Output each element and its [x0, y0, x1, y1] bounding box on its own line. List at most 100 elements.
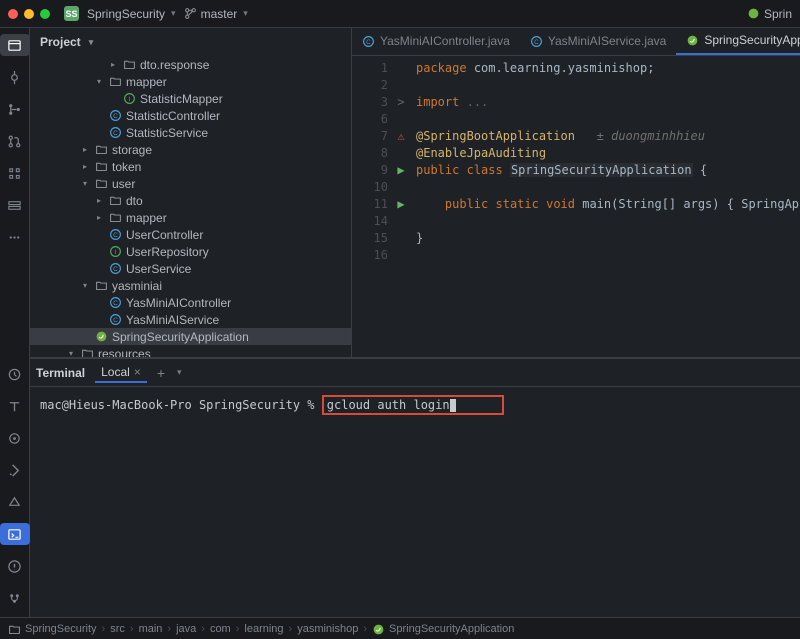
editor-panel: C YasMiniAIController.java CYasMiniAIServi… — [352, 28, 800, 357]
tree-node[interactable]: ▸storage — [30, 141, 351, 158]
tree-node[interactable]: ▸mapper — [30, 209, 351, 226]
class-icon: C — [108, 109, 122, 123]
breadcrumb-segment[interactable]: com — [210, 623, 231, 635]
gutter-icon[interactable] — [394, 145, 408, 162]
more-tool-button[interactable] — [0, 226, 30, 248]
svg-text:I: I — [128, 96, 130, 103]
class-icon: C — [108, 228, 122, 242]
project-badge: SS — [64, 6, 79, 21]
tree-node[interactable]: ▾mapper — [30, 73, 351, 90]
editor-tab-label: SpringSecurityApplication. — [704, 33, 800, 47]
tree-node[interactable]: ▸dto — [30, 192, 351, 209]
debug-tool-button[interactable] — [0, 459, 30, 481]
folder-icon — [94, 177, 108, 191]
window-controls[interactable] — [8, 9, 50, 19]
breadcrumb-segment[interactable]: java — [176, 623, 196, 635]
tree-node[interactable]: CYasMiniAIController — [30, 294, 351, 311]
project-tool-button[interactable] — [0, 34, 30, 56]
gutter-icon[interactable]: ▶ — [394, 162, 408, 179]
breadcrumb-segment[interactable]: main — [139, 623, 163, 635]
commit-tool-button[interactable] — [0, 66, 30, 88]
structure-tool-button[interactable] — [0, 162, 30, 184]
build-tool-button[interactable] — [0, 491, 30, 513]
maximize-window-button[interactable] — [40, 9, 50, 19]
vcs-branch-selector[interactable]: master ▾ — [184, 7, 248, 21]
vcs-log-tool-button[interactable] — [0, 587, 30, 609]
spring-icon — [686, 34, 699, 47]
run-tool-button[interactable] — [0, 363, 30, 385]
terminal-session-tab[interactable]: Local × — [95, 363, 147, 383]
gutter-icon[interactable] — [394, 179, 408, 196]
run-config-selector[interactable]: Sprin — [747, 7, 792, 21]
close-icon[interactable]: × — [134, 365, 141, 379]
tree-node-label: StatisticController — [126, 109, 220, 123]
svg-text:C: C — [113, 300, 118, 307]
tree-node[interactable]: ▾yasminiai — [30, 277, 351, 294]
gutter-icon[interactable]: ▶ — [394, 196, 408, 213]
code-editor[interactable]: 12367891011141516 > ⚠ ▶ ▶ package com.le… — [352, 56, 800, 357]
breadcrumb-segment[interactable]: src — [110, 623, 125, 635]
tree-node[interactable]: IStatisticMapper — [30, 90, 351, 107]
type-tool-button[interactable] — [0, 395, 30, 417]
tree-node[interactable]: ▾resources — [30, 345, 351, 357]
services-tool-button[interactable] — [0, 194, 30, 216]
gutter-icon[interactable]: ⚠ — [394, 128, 408, 145]
tree-node[interactable]: CUserService — [30, 260, 351, 277]
pull-request-tool-button[interactable] — [0, 130, 30, 152]
class-icon: C — [362, 35, 375, 48]
terminal-command: gcloud auth login — [327, 398, 450, 412]
project-name-label: SpringSecurity — [87, 7, 165, 21]
spring-icon — [94, 330, 108, 344]
tree-node[interactable]: ▸dto.response — [30, 56, 351, 73]
editor-tab[interactable]: SpringSecurityApplication. — [676, 28, 800, 55]
problems-tool-button[interactable] — [0, 555, 30, 577]
tree-node[interactable]: CUserController — [30, 226, 351, 243]
tree-node[interactable]: C StatisticController — [30, 107, 351, 124]
breadcrumb[interactable]: SpringSecurity›src›main›java›com›learnin… — [0, 617, 800, 639]
svg-text:C: C — [113, 232, 118, 239]
terminal-content[interactable]: mac@Hieus-MacBook-Pro SpringSecurity % g… — [30, 387, 800, 617]
close-window-button[interactable] — [8, 9, 18, 19]
add-terminal-button[interactable]: + — [157, 365, 165, 381]
code-content[interactable]: package com.learning.yasminishop; import… — [408, 56, 800, 357]
gutter-icon[interactable]: > — [394, 94, 408, 111]
editor-tab-label: YasMiniAIController.java — [380, 34, 510, 48]
git-tool-button[interactable] — [0, 98, 30, 120]
gutter-icon[interactable] — [394, 230, 408, 247]
gutter-icon[interactable] — [394, 247, 408, 264]
terminal-cursor — [450, 399, 456, 412]
folder-icon — [94, 279, 108, 293]
editor-tabs[interactable]: C YasMiniAIController.java CYasMiniAIServi… — [352, 28, 800, 56]
project-selector[interactable]: SpringSecurity ▾ — [87, 7, 176, 21]
tree-node[interactable]: CYasMiniAIService — [30, 311, 351, 328]
breadcrumb-segment[interactable]: SpringSecurityApplication — [389, 623, 514, 635]
terminal-tool-button[interactable] — [0, 523, 30, 545]
beans-tool-button[interactable] — [0, 427, 30, 449]
project-tree[interactable]: ▸dto.response▾mapperIStatisticMapperCSta… — [30, 56, 351, 357]
folder-icon — [80, 347, 94, 358]
tree-node[interactable]: IUserRepository — [30, 243, 351, 260]
gutter-icon[interactable] — [394, 60, 408, 77]
tree-node[interactable]: ▸token — [30, 158, 351, 175]
spring-icon — [372, 623, 384, 635]
line-numbers: 12367891011141516 — [352, 56, 394, 357]
tree-node-label: YasMiniAIService — [126, 313, 219, 327]
editor-tab[interactable]: CYasMiniAIService.java — [520, 28, 677, 55]
tree-node[interactable]: ▾user — [30, 175, 351, 192]
breadcrumb-segment[interactable]: yasminishop — [297, 623, 358, 635]
gutter-icon[interactable] — [394, 213, 408, 230]
gutter-icon[interactable] — [394, 77, 408, 94]
tree-node[interactable]: CStatisticService — [30, 124, 351, 141]
chevron-icon: ▾ — [94, 77, 104, 86]
tree-node[interactable]: SpringSecurityApplication — [30, 328, 351, 345]
chevron-down-icon[interactable]: ▾ — [177, 367, 182, 378]
breadcrumb-segment[interactable]: learning — [244, 623, 283, 635]
gutter-icon[interactable] — [394, 111, 408, 128]
project-tree-header[interactable]: Project ▾ — [30, 28, 351, 56]
spring-icon — [747, 7, 760, 20]
editor-tab[interactable]: C YasMiniAIController.java — [352, 28, 520, 55]
highlighted-command: gcloud auth login — [322, 395, 504, 415]
terminal-prompt: mac@Hieus-MacBook-Pro SpringSecurity % — [40, 398, 315, 412]
minimize-window-button[interactable] — [24, 9, 34, 19]
breadcrumb-segment[interactable]: SpringSecurity — [25, 623, 97, 635]
